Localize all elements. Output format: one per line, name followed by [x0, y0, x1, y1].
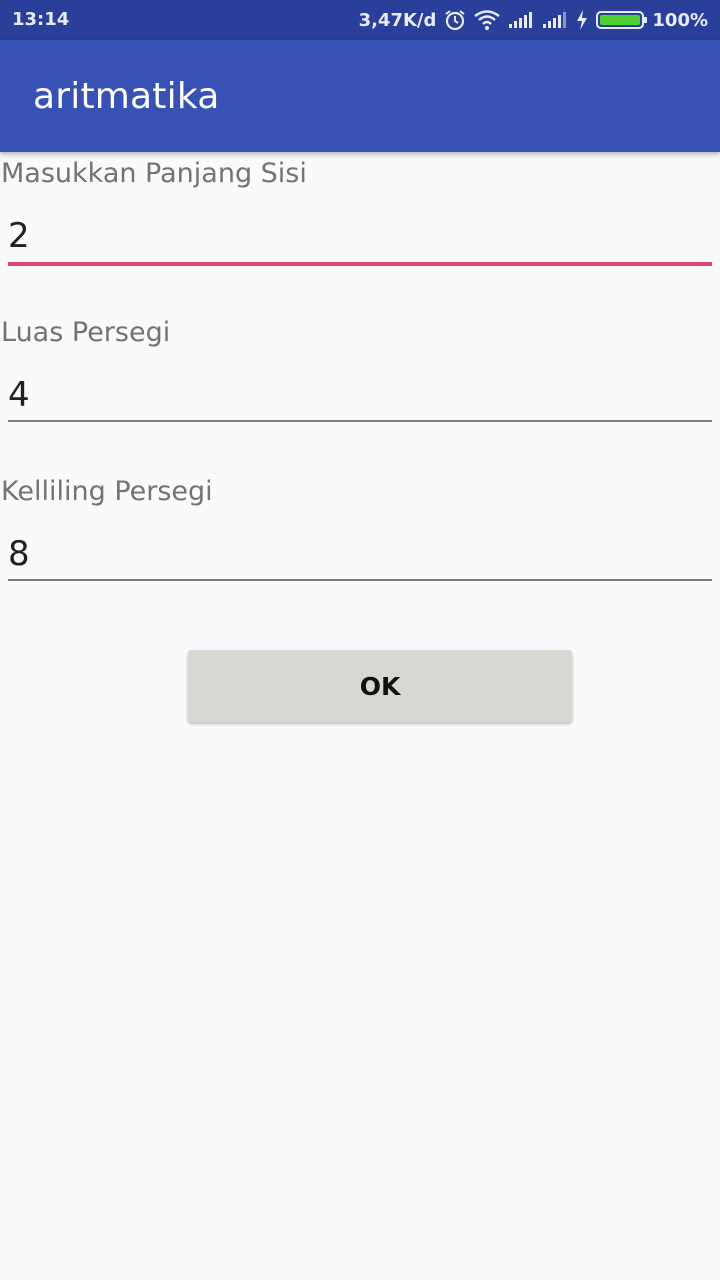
app-title: aritmatika [33, 76, 220, 117]
side-length-input[interactable] [8, 211, 712, 261]
side-length-label: Masukkan Panjang Sisi [1, 158, 307, 189]
area-input[interactable] [8, 370, 712, 420]
status-icons: 3,47K/d 100% [359, 9, 708, 31]
side-length-underline [8, 262, 712, 266]
battery-icon [596, 11, 648, 29]
charging-icon [576, 10, 588, 30]
alarm-icon [444, 9, 466, 31]
area-label: Luas Persegi [1, 317, 171, 348]
perimeter-input[interactable] [8, 529, 712, 579]
status-bar: 13:14 3,47K/d 100% [0, 0, 720, 40]
battery-fill [600, 15, 641, 25]
wifi-icon [474, 10, 501, 30]
perimeter-label: Kelliling Persegi [1, 476, 213, 507]
app-bar: aritmatika [0, 40, 720, 152]
ok-button[interactable]: OK [188, 650, 572, 722]
status-time: 13:14 [12, 9, 70, 30]
perimeter-underline [8, 579, 712, 581]
battery-percent: 100% [652, 9, 708, 31]
signal-icon [542, 11, 568, 29]
network-speed: 3,47K/d [358, 9, 437, 31]
signal-icon [508, 11, 534, 29]
area-underline [8, 420, 712, 422]
